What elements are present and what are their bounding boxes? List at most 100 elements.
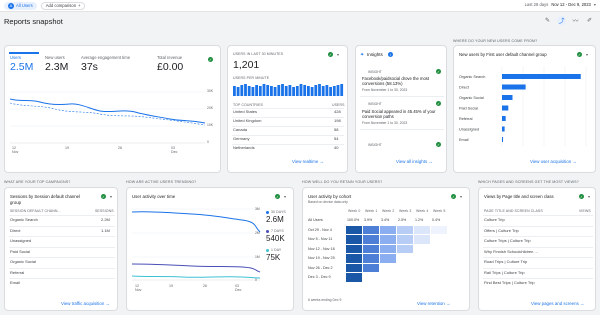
- table-row-label: Unassigned: [10, 238, 32, 243]
- bar[interactable]: [502, 84, 526, 90]
- minute-bar: [332, 86, 336, 96]
- cohort-cell-value: 100.0%: [347, 218, 360, 222]
- cohort-cell[interactable]: [431, 225, 447, 234]
- insight-badge: INSIGHT: [368, 70, 382, 74]
- chevron-down-icon[interactable]: ▾: [337, 52, 339, 57]
- cohort-cell[interactable]: 100.0%: [346, 216, 362, 225]
- cohort-cell[interactable]: [363, 235, 379, 244]
- table-row-label: Organic Social: [10, 259, 37, 264]
- cohort-cell[interactable]: [380, 235, 396, 244]
- cohort-cell[interactable]: [346, 273, 362, 282]
- category-label: Organic Social: [459, 96, 484, 100]
- bar[interactable]: [502, 95, 513, 100]
- cohort-cell[interactable]: [363, 225, 379, 234]
- minute-bar: [340, 84, 344, 96]
- check-icon: ✓: [328, 52, 333, 57]
- retention-card: User activity by cohort Based on device …: [302, 187, 470, 311]
- country-name: Germany: [233, 136, 250, 141]
- link-label: View realtime: [292, 159, 319, 164]
- add-comparison-button[interactable]: Add comparison +: [40, 1, 86, 10]
- cohort-cell[interactable]: [397, 244, 413, 253]
- chevron-down-icon[interactable]: ▾: [460, 194, 462, 199]
- card-title: User activity over time: [132, 194, 176, 199]
- view-traffic-acquisition-link[interactable]: View traffic acquisition →: [61, 301, 110, 306]
- cohort-cell[interactable]: [363, 254, 379, 263]
- y-tick: 20K: [207, 106, 214, 110]
- cohort-cell[interactable]: 3.4%: [380, 216, 396, 225]
- country-users: 198: [334, 118, 341, 123]
- audience-chip[interactable]: A All Users: [4, 1, 37, 10]
- cohort-cell[interactable]: [346, 244, 362, 253]
- info-icon: i: [388, 52, 393, 57]
- country-name: Canada: [233, 127, 248, 132]
- table-row-label: Road Trips | Culture Trip: [484, 259, 528, 264]
- view-retention-link[interactable]: View retention →: [417, 301, 450, 306]
- chevron-down-icon[interactable]: ▾: [110, 194, 112, 199]
- legend-label: 30 DAYS: [271, 210, 286, 214]
- x-tick: 19: [65, 146, 69, 150]
- share-icon[interactable]: ⤴: [557, 16, 566, 25]
- cohort-cell-value: 2.5%: [398, 218, 407, 222]
- insights-sparkle-icon: ✦: [360, 52, 365, 58]
- bar[interactable]: [502, 126, 505, 132]
- cohort-cell[interactable]: [397, 235, 413, 244]
- table-row-label: Find Best Trips | Culture Trip: [484, 280, 535, 285]
- customize-icon[interactable]: ✐: [585, 16, 594, 25]
- divider: [232, 126, 344, 127]
- country-users: 54: [334, 136, 339, 141]
- chevron-down-icon[interactable]: ▾: [586, 52, 588, 57]
- cohort-cell[interactable]: [346, 235, 362, 244]
- insight-text[interactable]: Paid Social appeared in 45.45% of your c…: [362, 109, 442, 119]
- table-row-value: 2.2M: [101, 217, 110, 222]
- view-all-insights-link[interactable]: View all insights →: [396, 159, 433, 164]
- cohort-cell[interactable]: [346, 263, 362, 272]
- table-row-label: Why Finnish Schoolchildren ...: [484, 248, 538, 254]
- minute-bar: [318, 84, 321, 96]
- cohort-cell[interactable]: [414, 235, 430, 244]
- insights-icon[interactable]: 〰: [571, 16, 580, 25]
- divider: [483, 267, 593, 269]
- metric-users[interactable]: Users 2.5M: [10, 55, 33, 73]
- insight-text[interactable]: Facebook/paidsocial drove the most conve…: [362, 76, 442, 86]
- cohort-cell[interactable]: 2.5%: [397, 216, 413, 225]
- cohort-cell[interactable]: [363, 244, 379, 253]
- metric-new-users[interactable]: New users 2.3M: [45, 55, 68, 73]
- metric-engagement-time[interactable]: Average engagement time 37s: [81, 55, 130, 73]
- section-header: WHERE DO YOUR NEW USERS COME FROM?: [453, 39, 538, 43]
- view-user-acquisition-link[interactable]: View user acquisition →: [530, 159, 577, 164]
- metric-total-revenue[interactable]: Total revenue £0.00: [157, 55, 183, 73]
- active-metric-indicator: [9, 52, 39, 54]
- cohort-cell[interactable]: [346, 225, 362, 234]
- edit-report-icon[interactable]: ✎: [543, 16, 552, 25]
- bar[interactable]: [502, 116, 506, 121]
- week-header: Week 5: [433, 209, 446, 213]
- cohort-label: Dec 3 - Dec 9: [308, 275, 331, 279]
- chevron-down-icon[interactable]: ▾: [284, 194, 286, 199]
- cohort-cell[interactable]: [380, 225, 396, 234]
- divider: [360, 96, 444, 97]
- y-tick: 1M: [255, 255, 260, 259]
- category-label: Paid Social: [459, 107, 478, 111]
- cohort-cell[interactable]: [414, 225, 430, 234]
- bar[interactable]: [502, 105, 509, 111]
- cohort-cell[interactable]: [380, 244, 396, 253]
- country-users: 58: [334, 127, 339, 132]
- chevron-down-icon[interactable]: ▾: [588, 194, 590, 199]
- link-label: View all insights: [396, 159, 428, 164]
- cohort-cell[interactable]: [346, 254, 362, 263]
- bar[interactable]: [502, 74, 581, 79]
- cohort-cell[interactable]: 1.2%: [414, 216, 430, 225]
- bar[interactable]: [502, 137, 504, 142]
- divider: [9, 225, 115, 227]
- cohort-cell[interactable]: 0.4%: [431, 216, 447, 225]
- view-realtime-link[interactable]: View realtime →: [292, 159, 324, 164]
- cohort-cell[interactable]: [363, 263, 379, 272]
- date-range-picker[interactable]: Last 28 days Nov 12 - Dec 9, 2023 ▾: [525, 2, 596, 7]
- insights-card: ✦ Insights i INSIGHT ✓ Facebook/paidsoci…: [355, 45, 447, 173]
- minute-bar: [314, 85, 318, 96]
- x-tick: 03 Dec: [235, 284, 242, 292]
- cohort-cell[interactable]: 3.9%: [363, 216, 379, 225]
- view-pages-link[interactable]: View pages and screens →: [531, 301, 584, 306]
- cohort-cell[interactable]: [397, 225, 413, 234]
- cohort-cell[interactable]: [380, 254, 396, 263]
